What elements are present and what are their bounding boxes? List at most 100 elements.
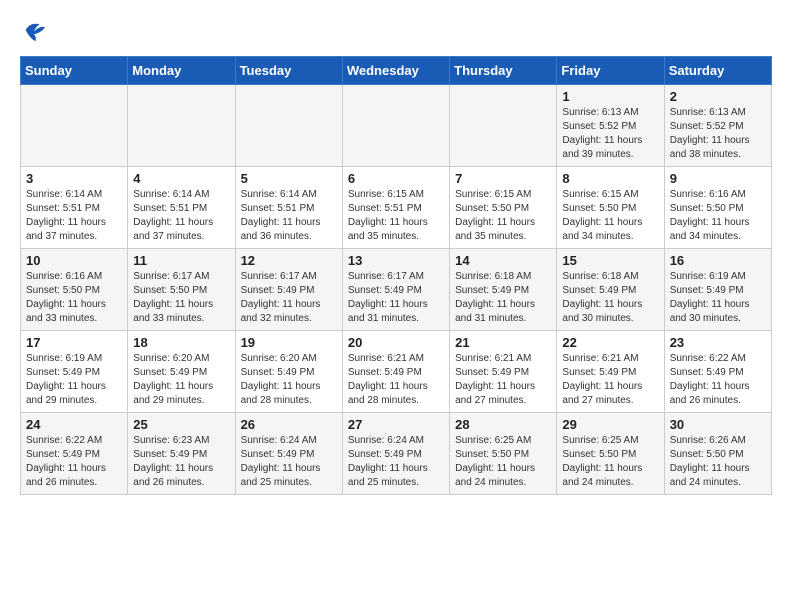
- day-info: Sunrise: 6:25 AM Sunset: 5:50 PM Dayligh…: [562, 434, 658, 490]
- day-info: Sunrise: 6:21 AM Sunset: 5:49 PM Dayligh…: [348, 352, 444, 408]
- day-cell: 9 Sunrise: 6:16 AM Sunset: 5:50 PM Daylig…: [664, 167, 771, 249]
- day-cell: 7 Sunrise: 6:15 AM Sunset: 5:50 PM Daylig…: [450, 167, 557, 249]
- day-number: 20: [348, 335, 444, 350]
- day-number: 12: [241, 253, 337, 268]
- day-number: 26: [241, 417, 337, 432]
- header-row: SundayMondayTuesdayWednesdayThursdayFrid…: [21, 57, 772, 85]
- day-number: 30: [670, 417, 766, 432]
- day-cell: 23 Sunrise: 6:22 AM Sunset: 5:49 PM Dayli…: [664, 331, 771, 413]
- day-info: Sunrise: 6:13 AM Sunset: 5:52 PM Dayligh…: [670, 106, 766, 162]
- day-number: 5: [241, 171, 337, 186]
- header: [20, 16, 772, 44]
- day-cell: 26 Sunrise: 6:24 AM Sunset: 5:49 PM Dayli…: [235, 413, 342, 495]
- day-info: Sunrise: 6:14 AM Sunset: 5:51 PM Dayligh…: [241, 188, 337, 244]
- header-day-monday: Monday: [128, 57, 235, 85]
- day-number: 23: [670, 335, 766, 350]
- day-info: Sunrise: 6:22 AM Sunset: 5:49 PM Dayligh…: [26, 434, 122, 490]
- day-number: 7: [455, 171, 551, 186]
- day-cell: 30 Sunrise: 6:26 AM Sunset: 5:50 PM Dayli…: [664, 413, 771, 495]
- header-day-wednesday: Wednesday: [342, 57, 449, 85]
- day-info: Sunrise: 6:24 AM Sunset: 5:49 PM Dayligh…: [348, 434, 444, 490]
- day-number: 13: [348, 253, 444, 268]
- header-day-sunday: Sunday: [21, 57, 128, 85]
- week-row-5: 24 Sunrise: 6:22 AM Sunset: 5:49 PM Dayli…: [21, 413, 772, 495]
- day-number: 4: [133, 171, 229, 186]
- day-info: Sunrise: 6:23 AM Sunset: 5:49 PM Dayligh…: [133, 434, 229, 490]
- day-number: 6: [348, 171, 444, 186]
- day-cell: 1 Sunrise: 6:13 AM Sunset: 5:52 PM Daylig…: [557, 85, 664, 167]
- day-number: 2: [670, 89, 766, 104]
- calendar-body: 1 Sunrise: 6:13 AM Sunset: 5:52 PM Daylig…: [21, 85, 772, 495]
- day-number: 28: [455, 417, 551, 432]
- day-cell: 13Sunrise: 6:17 AM Sunset: 5:49 PM Dayli…: [342, 249, 449, 331]
- day-number: 25: [133, 417, 229, 432]
- day-info: Sunrise: 6:22 AM Sunset: 5:49 PM Dayligh…: [670, 352, 766, 408]
- day-number: 21: [455, 335, 551, 350]
- day-info: Sunrise: 6:18 AM Sunset: 5:49 PM Dayligh…: [562, 270, 658, 326]
- day-info: Sunrise: 6:26 AM Sunset: 5:50 PM Dayligh…: [670, 434, 766, 490]
- day-info: Sunrise: 6:20 AM Sunset: 5:49 PM Dayligh…: [133, 352, 229, 408]
- day-info: Sunrise: 6:19 AM Sunset: 5:49 PM Dayligh…: [26, 352, 122, 408]
- day-number: 14: [455, 253, 551, 268]
- day-number: 1: [562, 89, 658, 104]
- day-number: 16: [670, 253, 766, 268]
- day-cell: [128, 85, 235, 167]
- header-day-thursday: Thursday: [450, 57, 557, 85]
- day-cell: 29 Sunrise: 6:25 AM Sunset: 5:50 PM Dayli…: [557, 413, 664, 495]
- day-number: 18: [133, 335, 229, 350]
- day-number: 19: [241, 335, 337, 350]
- day-info: Sunrise: 6:16 AM Sunset: 5:50 PM Dayligh…: [670, 188, 766, 244]
- calendar-header: SundayMondayTuesdayWednesdayThursdayFrid…: [21, 57, 772, 85]
- day-cell: 22Sunrise: 6:21 AM Sunset: 5:49 PM Dayli…: [557, 331, 664, 413]
- day-cell: 25 Sunrise: 6:23 AM Sunset: 5:49 PM Dayli…: [128, 413, 235, 495]
- day-info: Sunrise: 6:21 AM Sunset: 5:49 PM Dayligh…: [455, 352, 551, 408]
- day-cell: 12 Sunrise: 6:17 AM Sunset: 5:49 PM Dayli…: [235, 249, 342, 331]
- day-cell: 8Sunrise: 6:15 AM Sunset: 5:50 PM Daylig…: [557, 167, 664, 249]
- day-cell: 20 Sunrise: 6:21 AM Sunset: 5:49 PM Dayli…: [342, 331, 449, 413]
- calendar-table: SundayMondayTuesdayWednesdayThursdayFrid…: [20, 56, 772, 495]
- day-cell: [450, 85, 557, 167]
- week-row-1: 1 Sunrise: 6:13 AM Sunset: 5:52 PM Daylig…: [21, 85, 772, 167]
- day-number: 24: [26, 417, 122, 432]
- day-info: Sunrise: 6:24 AM Sunset: 5:49 PM Dayligh…: [241, 434, 337, 490]
- day-number: 29: [562, 417, 658, 432]
- day-cell: 18 Sunrise: 6:20 AM Sunset: 5:49 PM Dayli…: [128, 331, 235, 413]
- week-row-3: 10Sunrise: 6:16 AM Sunset: 5:50 PM Dayli…: [21, 249, 772, 331]
- day-info: Sunrise: 6:14 AM Sunset: 5:51 PM Dayligh…: [26, 188, 122, 244]
- week-row-4: 17 Sunrise: 6:19 AM Sunset: 5:49 PM Dayli…: [21, 331, 772, 413]
- header-day-tuesday: Tuesday: [235, 57, 342, 85]
- day-cell: 24 Sunrise: 6:22 AM Sunset: 5:49 PM Dayli…: [21, 413, 128, 495]
- day-cell: 28 Sunrise: 6:25 AM Sunset: 5:50 PM Dayli…: [450, 413, 557, 495]
- day-cell: 5 Sunrise: 6:14 AM Sunset: 5:51 PM Daylig…: [235, 167, 342, 249]
- day-info: Sunrise: 6:13 AM Sunset: 5:52 PM Dayligh…: [562, 106, 658, 162]
- day-cell: 10Sunrise: 6:16 AM Sunset: 5:50 PM Dayli…: [21, 249, 128, 331]
- day-cell: 3 Sunrise: 6:14 AM Sunset: 5:51 PM Daylig…: [21, 167, 128, 249]
- day-number: 9: [670, 171, 766, 186]
- day-number: 11: [133, 253, 229, 268]
- day-number: 15: [562, 253, 658, 268]
- day-info: Sunrise: 6:17 AM Sunset: 5:49 PM Dayligh…: [241, 270, 337, 326]
- page-container: SundayMondayTuesdayWednesdayThursdayFrid…: [0, 0, 792, 511]
- week-row-2: 3 Sunrise: 6:14 AM Sunset: 5:51 PM Daylig…: [21, 167, 772, 249]
- day-number: 8: [562, 171, 658, 186]
- day-info: Sunrise: 6:16 AM Sunset: 5:50 PM Dayligh…: [26, 270, 122, 326]
- day-cell: 14Sunrise: 6:18 AM Sunset: 5:49 PM Dayli…: [450, 249, 557, 331]
- day-number: 3: [26, 171, 122, 186]
- day-cell: 6Sunrise: 6:15 AM Sunset: 5:51 PM Daylig…: [342, 167, 449, 249]
- day-info: Sunrise: 6:15 AM Sunset: 5:50 PM Dayligh…: [455, 188, 551, 244]
- day-info: Sunrise: 6:17 AM Sunset: 5:50 PM Dayligh…: [133, 270, 229, 326]
- day-cell: [21, 85, 128, 167]
- day-info: Sunrise: 6:20 AM Sunset: 5:49 PM Dayligh…: [241, 352, 337, 408]
- day-number: 17: [26, 335, 122, 350]
- logo: [20, 16, 52, 44]
- day-info: Sunrise: 6:19 AM Sunset: 5:49 PM Dayligh…: [670, 270, 766, 326]
- day-cell: 21 Sunrise: 6:21 AM Sunset: 5:49 PM Dayli…: [450, 331, 557, 413]
- day-cell: 19 Sunrise: 6:20 AM Sunset: 5:49 PM Dayli…: [235, 331, 342, 413]
- day-info: Sunrise: 6:25 AM Sunset: 5:50 PM Dayligh…: [455, 434, 551, 490]
- day-cell: 16 Sunrise: 6:19 AM Sunset: 5:49 PM Dayli…: [664, 249, 771, 331]
- day-cell: 17 Sunrise: 6:19 AM Sunset: 5:49 PM Dayli…: [21, 331, 128, 413]
- day-number: 22: [562, 335, 658, 350]
- day-cell: 27Sunrise: 6:24 AM Sunset: 5:49 PM Dayli…: [342, 413, 449, 495]
- day-cell: 4Sunrise: 6:14 AM Sunset: 5:51 PM Daylig…: [128, 167, 235, 249]
- logo-icon: [20, 16, 48, 44]
